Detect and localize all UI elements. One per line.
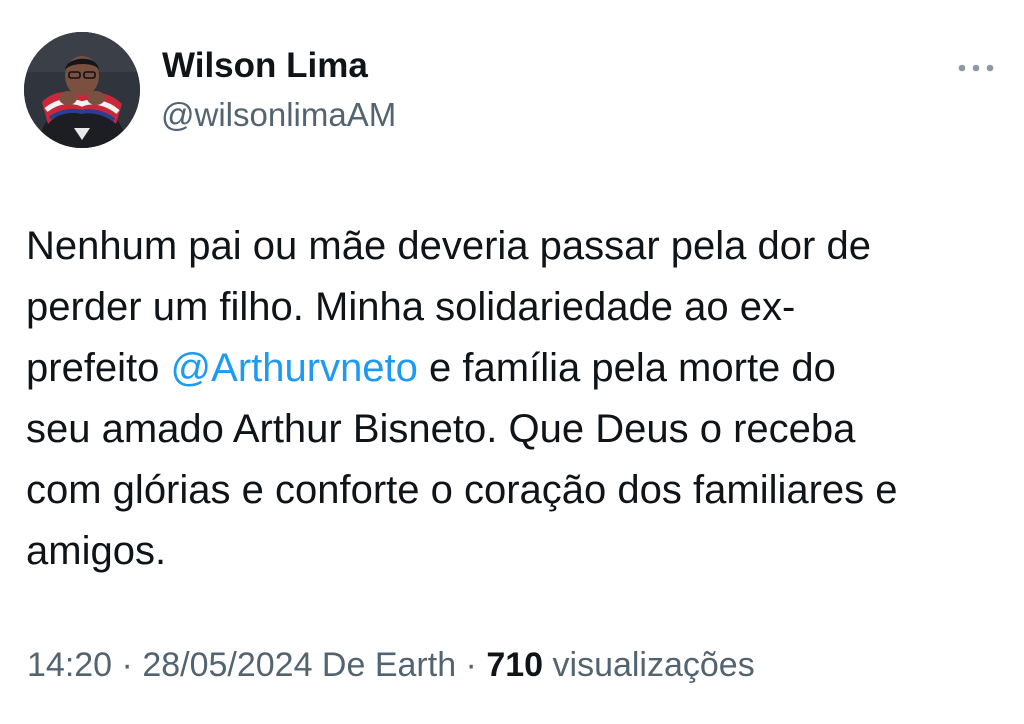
tweet-line-text: seu amado Arthur Bisneto. Que Deus o rec… — [26, 407, 856, 451]
views-count[interactable]: 710 — [486, 646, 543, 684]
tweet-line: com glórias e conforte o coração dos fam… — [26, 460, 1011, 521]
tweet-line-text: perder um filho. Minha solidariedade ao … — [26, 285, 796, 329]
mention-link[interactable]: @Arthurvneto — [171, 346, 418, 390]
tweet-line: Nenhum pai ou mãe deveria passar pela do… — [26, 216, 1011, 277]
views-label: visualizações — [543, 646, 755, 684]
tweet-line-text: amigos. — [26, 529, 167, 573]
more-options-icon — [958, 64, 994, 72]
tweet-date[interactable]: 28/05/2024 — [142, 646, 312, 684]
tweet-card: Wilson Lima @wilsonlimaAM Nenhum pai ou … — [0, 0, 1024, 724]
tweet-line-text: com glórias e conforte o coração dos fam… — [26, 468, 898, 512]
meta-separator: · — [456, 646, 487, 684]
more-options-button[interactable] — [948, 50, 1004, 86]
tweet-text: Nenhum pai ou mãe deveria passar pela do… — [26, 216, 1011, 582]
tweet-time[interactable]: 14:20 — [27, 646, 112, 684]
author-avatar[interactable] — [24, 32, 140, 148]
tweet-line: prefeito @Arthurvneto e família pela mor… — [26, 338, 1011, 399]
tweet-line: amigos. — [26, 521, 1011, 582]
meta-separator: · — [112, 646, 143, 684]
tweet-source: De Earth — [312, 646, 457, 684]
tweet-metadata: 14:20 · 28/05/2024 De Earth · 710 visual… — [27, 646, 755, 685]
avatar-photo-icon — [24, 32, 140, 148]
tweet-line-text: Nenhum pai ou mãe deveria passar pela do… — [26, 224, 871, 268]
author-name[interactable]: Wilson Lima — [162, 46, 368, 86]
tweet-line-text: prefeito — [26, 346, 171, 390]
tweet-line: seu amado Arthur Bisneto. Que Deus o rec… — [26, 399, 1011, 460]
author-handle[interactable]: @wilsonlimaAM — [161, 96, 396, 134]
tweet-line-text: e família pela morte do — [417, 346, 836, 390]
tweet-line: perder um filho. Minha solidariedade ao … — [26, 277, 1011, 338]
